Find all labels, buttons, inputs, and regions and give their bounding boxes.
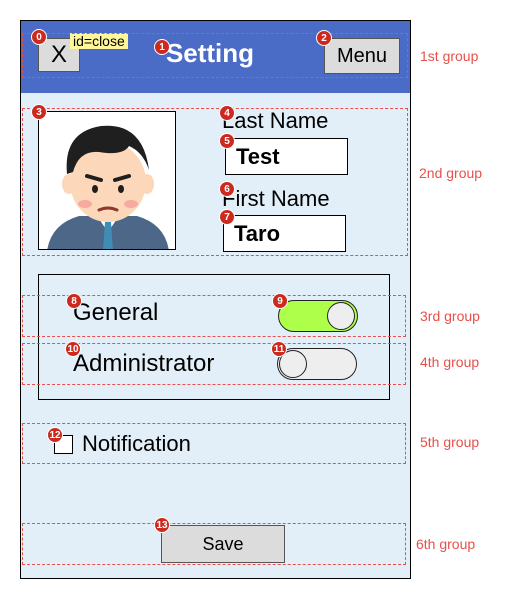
- marker-1: 1: [154, 39, 170, 55]
- marker-4: 4: [219, 105, 235, 121]
- group-outline-5: [22, 423, 406, 464]
- group-label-2: 2nd group: [419, 165, 483, 181]
- group-label-3: 3rd group: [420, 308, 480, 324]
- group-outline-6: [22, 523, 406, 565]
- marker-8: 8: [66, 293, 82, 309]
- marker-7: 7: [219, 209, 235, 225]
- group-label-1: 1st group: [420, 48, 479, 64]
- group-outline-2: [22, 108, 408, 256]
- group-label-4: 4th group: [420, 354, 480, 370]
- marker-12: 12: [47, 427, 63, 443]
- marker-3: 3: [31, 104, 47, 120]
- marker-2: 2: [316, 30, 332, 46]
- group-outline-1: [22, 33, 408, 78]
- marker-11: 11: [271, 341, 287, 357]
- marker-9: 9: [272, 293, 288, 309]
- marker-0: 0: [31, 29, 47, 45]
- marker-13: 13: [154, 517, 170, 533]
- group-label-5: 5th group: [420, 434, 480, 450]
- group-label-6: 6th group: [416, 536, 476, 552]
- marker-5: 5: [219, 133, 235, 149]
- marker-6: 6: [219, 181, 235, 197]
- marker-10: 10: [65, 341, 81, 357]
